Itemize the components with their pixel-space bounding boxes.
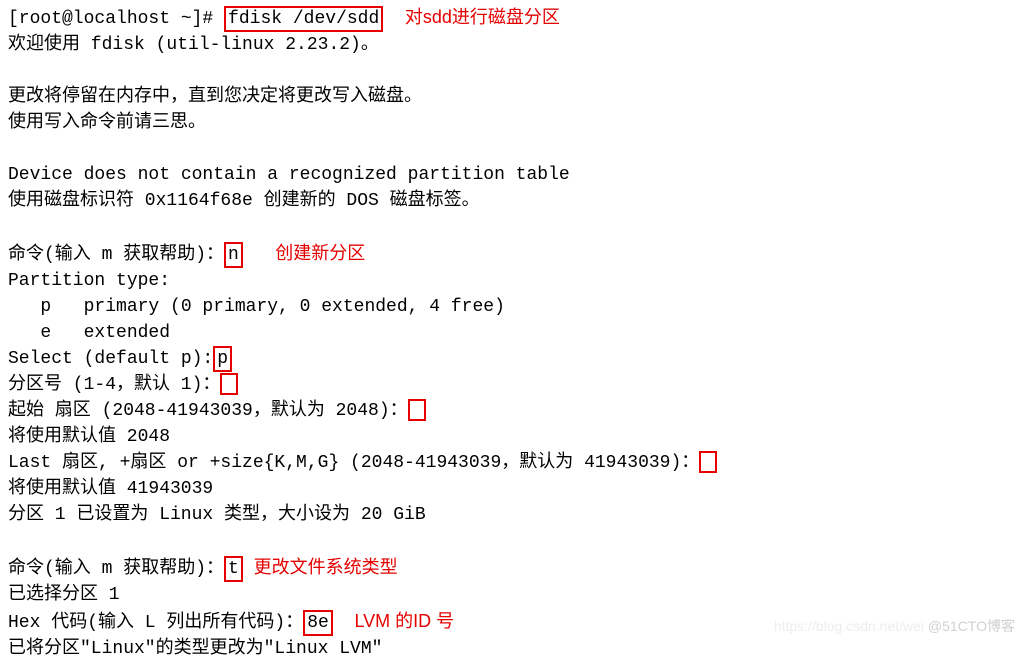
blank [8, 214, 1017, 240]
select-line: Select (default p):p [8, 346, 1017, 372]
prompt-line: [root@localhost ~]# fdisk /dev/sdd 对sdd进… [8, 4, 1017, 32]
watermark-1: https://blog.csdn.net/wei [774, 618, 924, 634]
annotation-cmd: 对sdd进行磁盘分区 [405, 7, 560, 27]
input-last-empty [699, 451, 717, 473]
hex-prompt: Hex 代码(输入 L 列出所有代码)： [8, 613, 303, 633]
pt-header: Partition type: [8, 268, 1017, 294]
first-prompt: 起始 扇区 (2048-41943039，默认为 2048)： [8, 401, 408, 421]
input-t: t [224, 556, 243, 582]
changed-line: 已将分区"Linux"的类型更改为"Linux LVM" [8, 636, 1017, 662]
last-prompt: Last 扇区, +扇区 or +size{K,M,G} (2048-41943… [8, 453, 699, 473]
partno-prompt: 分区号 (1-4，默认 1)： [8, 375, 220, 395]
annotation-n: 创建新分区 [275, 243, 365, 263]
input-partno-empty [220, 373, 238, 395]
first-sector-line: 起始 扇区 (2048-41943039，默认为 2048)： [8, 398, 1017, 424]
input-n: n [224, 242, 243, 268]
annotation-hex: LVM 的ID 号 [354, 611, 454, 631]
cmd-n-line: 命令(输入 m 获取帮助)：n 创建新分区 [8, 240, 1017, 268]
err1: Device does not contain a recognized par… [8, 162, 1017, 188]
msg1: 更改将停留在内存中，直到您决定将更改写入磁盘。 [8, 84, 1017, 110]
msg2: 使用写入命令前请三思。 [8, 110, 1017, 136]
watermark-2: @51CTO博客 [928, 618, 1015, 634]
blank [8, 58, 1017, 84]
pt-extended: e extended [8, 320, 1017, 346]
select-prompt: Select (default p): [8, 349, 213, 369]
selected-part: 已选择分区 1 [8, 582, 1017, 608]
cmd-prompt-2: 命令(输入 m 获取帮助)： [8, 559, 224, 579]
set-size: 分区 1 已设置为 Linux 类型，大小设为 20 GiB [8, 502, 1017, 528]
watermark: https://blog.csdn.net/wei @51CTO博客 [774, 613, 1015, 639]
cmd-t-line: 命令(输入 m 获取帮助)：t 更改文件系统类型 [8, 554, 1017, 582]
blank [8, 528, 1017, 554]
cmd-fdisk: fdisk /dev/sdd [224, 6, 383, 32]
pt-primary: p primary (0 primary, 0 extended, 4 free… [8, 294, 1017, 320]
welcome-line: 欢迎使用 fdisk (util-linux 2.23.2)。 [8, 32, 1017, 58]
blank [8, 136, 1017, 162]
partno-line: 分区号 (1-4，默认 1)： [8, 372, 1017, 398]
annotation-t: 更改文件系统类型 [254, 557, 398, 577]
input-p: p [213, 346, 232, 372]
err2: 使用磁盘标识符 0x1164f68e 创建新的 DOS 磁盘标签。 [8, 188, 1017, 214]
cmd-prompt-1: 命令(输入 m 获取帮助)： [8, 245, 224, 265]
input-hex: 8e [303, 610, 333, 636]
use-last: 将使用默认值 41943039 [8, 476, 1017, 502]
shell-prompt: [root@localhost ~]# [8, 9, 224, 29]
input-first-empty [408, 399, 426, 421]
last-sector-line: Last 扇区, +扇区 or +size{K,M,G} (2048-41943… [8, 450, 1017, 476]
use-first: 将使用默认值 2048 [8, 424, 1017, 450]
